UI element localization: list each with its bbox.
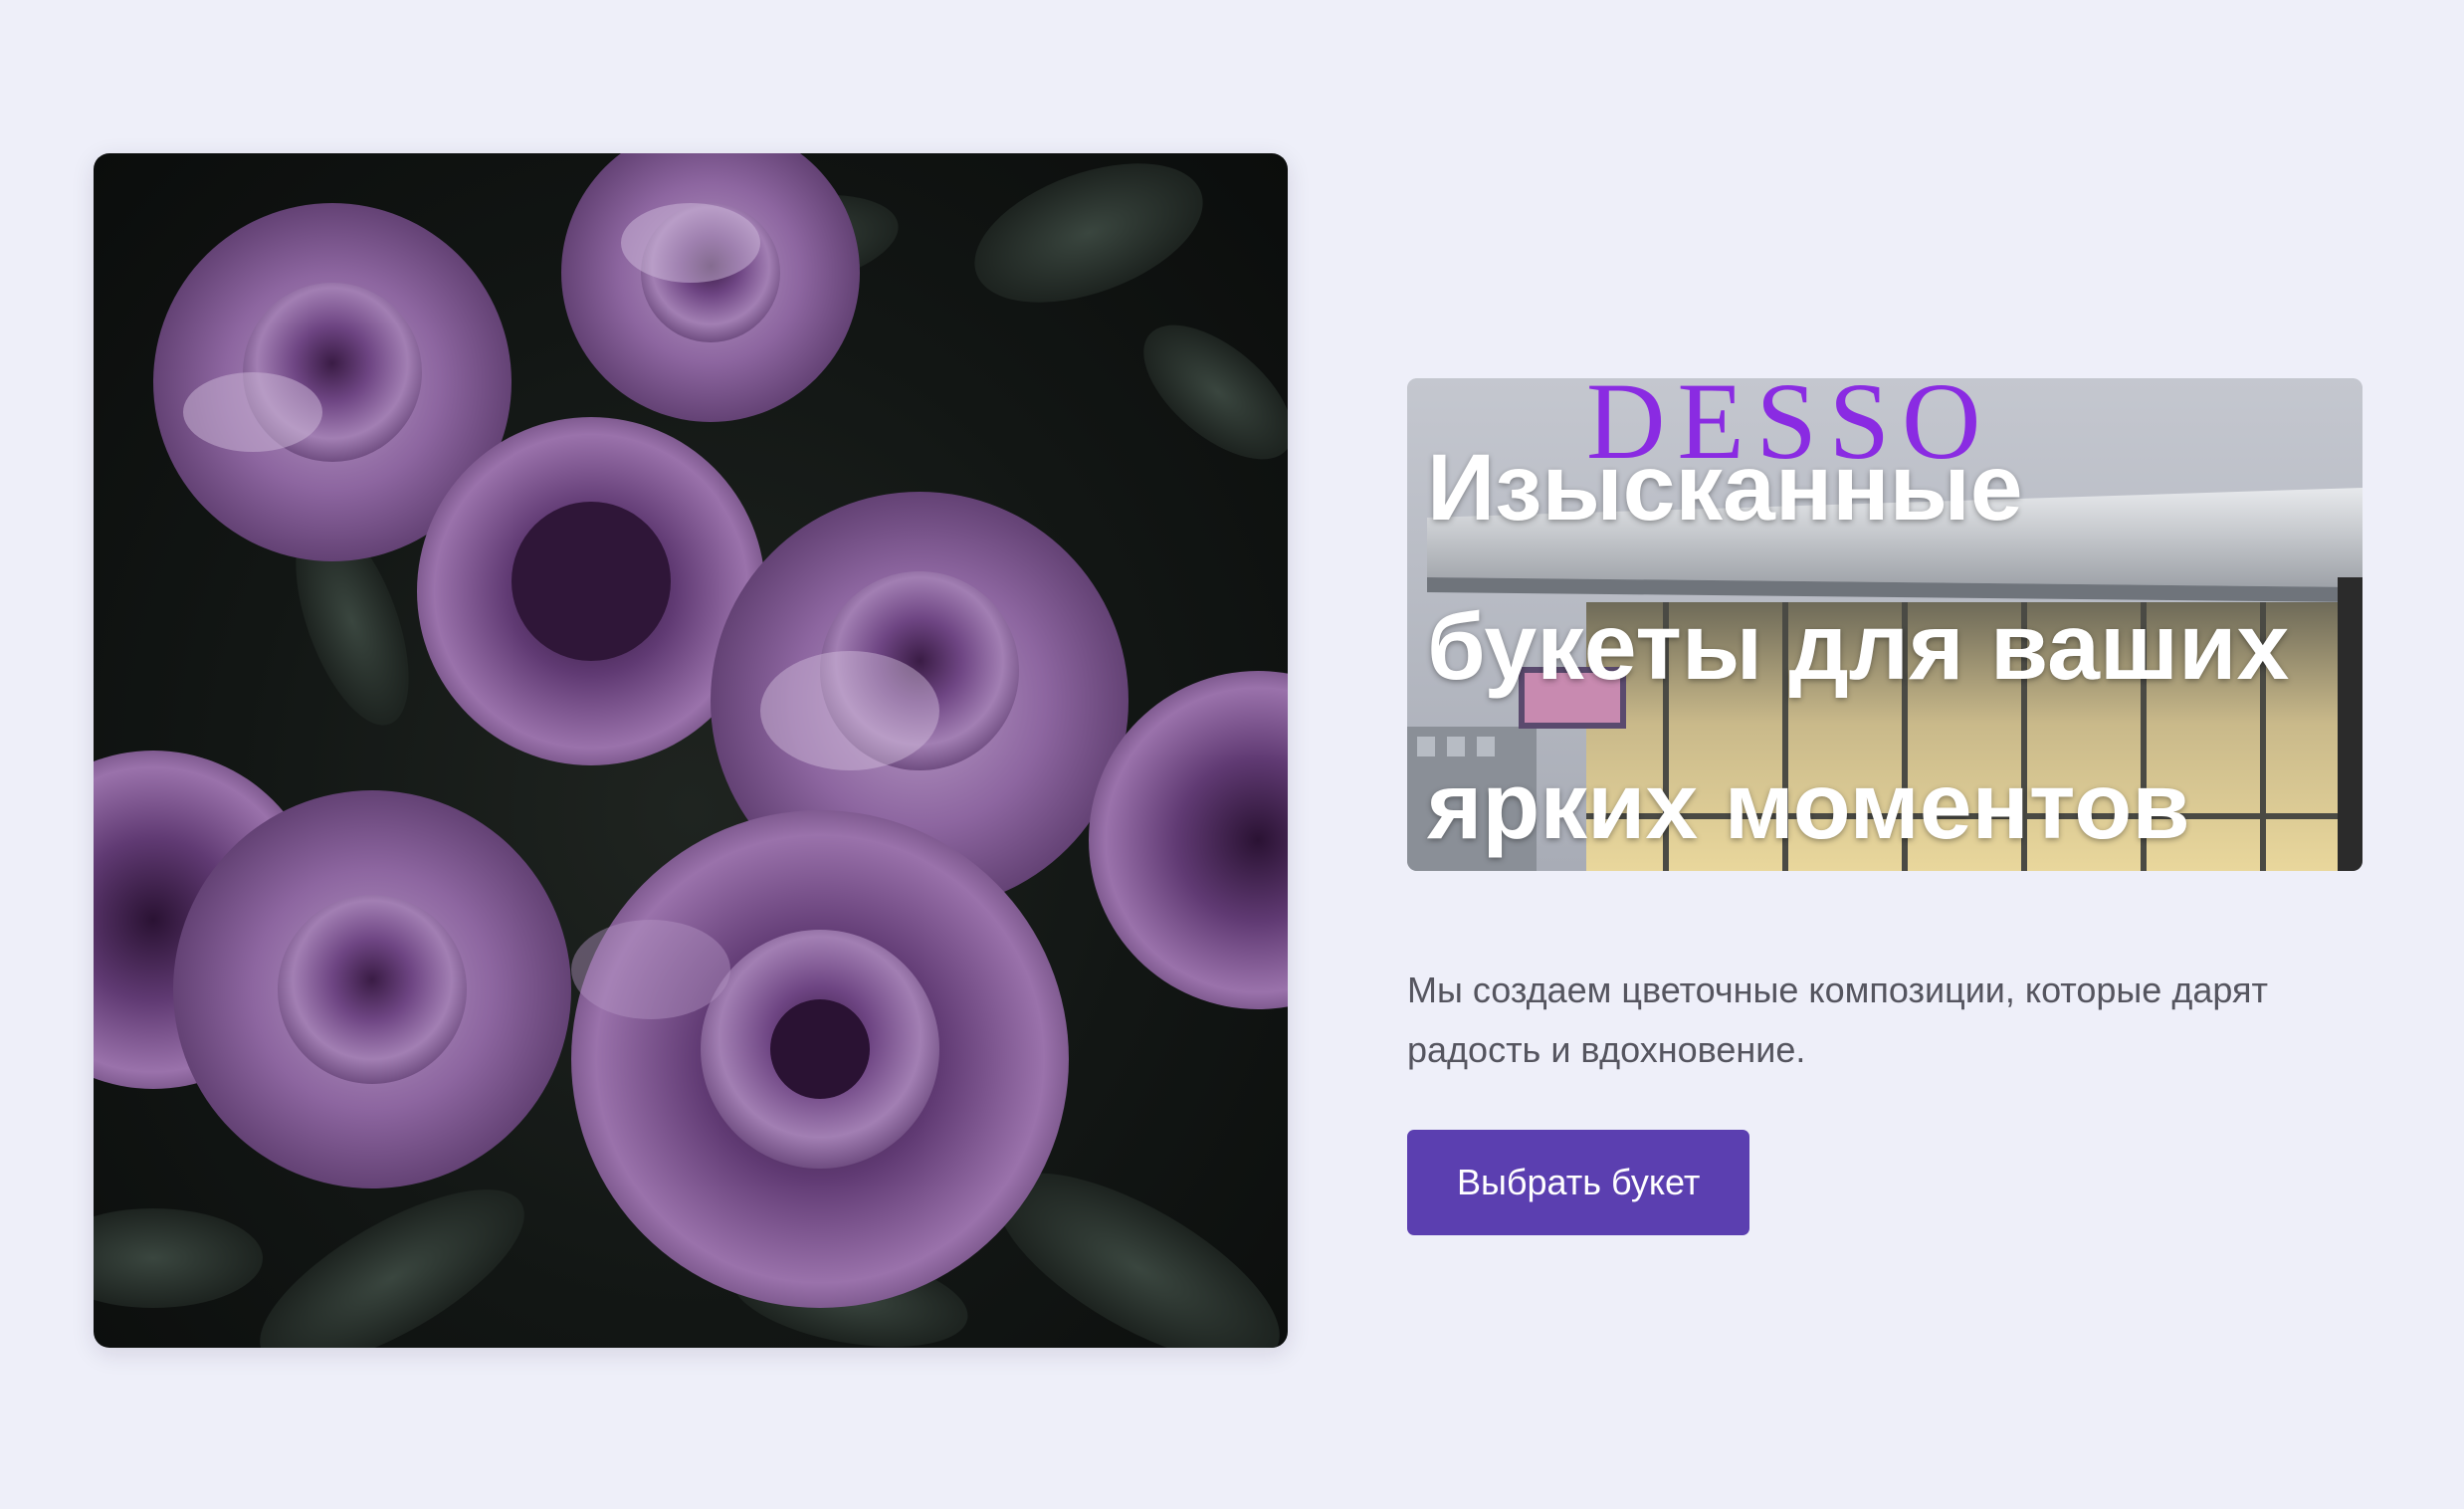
hero-content: DESSO Изысканные букеты для ваших ярких … bbox=[1407, 378, 2362, 1235]
choose-bouquet-button[interactable]: Выбрать букет bbox=[1407, 1130, 1750, 1235]
title-card: DESSO Изысканные букеты для ваших ярких … bbox=[1407, 378, 2362, 871]
hero-description: Мы создаем цветочные композиции, которые… bbox=[1407, 970, 2268, 1070]
hero-section: DESSO Изысканные букеты для ваших ярких … bbox=[0, 0, 2464, 1509]
hero-title: Изысканные букеты для ваших ярких момент… bbox=[1427, 435, 2290, 859]
roses-illustration bbox=[94, 153, 1288, 1348]
roses-photo bbox=[94, 153, 1288, 1348]
